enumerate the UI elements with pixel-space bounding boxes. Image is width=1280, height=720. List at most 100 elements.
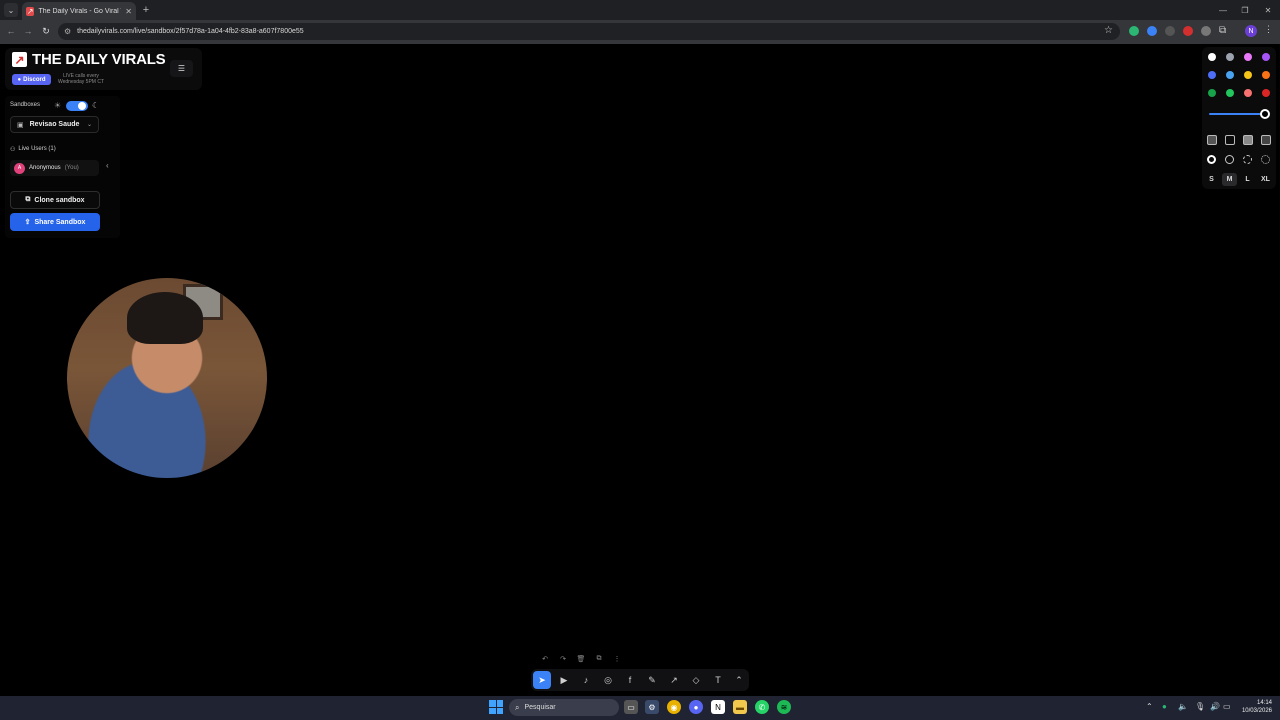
- search-icon: ⌕: [515, 702, 520, 712]
- color-swatch-9[interactable]: [1208, 89, 1216, 97]
- opacity-slider-handle[interactable]: [1260, 109, 1270, 119]
- pencil-tool-icon[interactable]: ✎: [643, 671, 661, 689]
- file-explorer-icon[interactable]: ▬: [733, 700, 747, 714]
- browser-tab[interactable]: ↗ The Daily Virals - Go Viral Today ✕: [22, 2, 136, 20]
- discord-button[interactable]: ● Discord: [12, 74, 51, 85]
- color-swatch-5[interactable]: [1208, 71, 1216, 79]
- forward-icon[interactable]: →: [21, 24, 35, 38]
- undo-icon[interactable]: ↶: [539, 653, 551, 665]
- bookmark-star-icon[interactable]: ☆: [1104, 25, 1113, 36]
- window-close-icon[interactable]: ✕: [1258, 2, 1278, 18]
- extension-red-icon[interactable]: [1183, 26, 1193, 36]
- more-icon[interactable]: ⋮: [611, 653, 623, 665]
- dash-dashed-option[interactable]: [1243, 155, 1252, 164]
- hamburger-menu-button[interactable]: ☰: [170, 60, 193, 77]
- color-swatch-3[interactable]: [1244, 53, 1252, 61]
- sandbox-select[interactable]: ▣ Revisao Saude ⌄: [10, 116, 99, 133]
- facebook-tool-icon[interactable]: f: [621, 671, 639, 689]
- color-swatch-6[interactable]: [1226, 71, 1234, 79]
- text-tool-icon[interactable]: T: [709, 671, 727, 689]
- arrow-tool-icon[interactable]: ↗: [665, 671, 683, 689]
- notion-app-icon[interactable]: N: [711, 700, 725, 714]
- windows-start-icon[interactable]: [489, 700, 503, 714]
- maximize-icon[interactable]: ❐: [1235, 2, 1255, 18]
- minimize-icon[interactable]: —: [1213, 2, 1233, 18]
- tab-title: The Daily Virals - Go Viral Today: [38, 7, 121, 15]
- tiktok-tool-icon[interactable]: ♪: [577, 671, 595, 689]
- fill-semi-option[interactable]: [1225, 135, 1235, 145]
- redo-icon[interactable]: ↷: [557, 653, 569, 665]
- dash-draw-option[interactable]: [1207, 155, 1216, 164]
- battery-icon[interactable]: ▭: [1223, 702, 1231, 711]
- discord-icon: ●: [17, 76, 22, 83]
- tab-close-icon[interactable]: ✕: [125, 7, 132, 16]
- clock-date: 10/03/2026: [1241, 708, 1272, 714]
- task-view-icon[interactable]: ▭: [624, 700, 638, 714]
- extension-green-icon[interactable]: [1129, 26, 1139, 36]
- color-swatch-11[interactable]: [1244, 89, 1252, 97]
- sandbox-icon: ▣: [17, 121, 24, 129]
- back-icon[interactable]: ←: [4, 24, 18, 38]
- new-tab-button[interactable]: +: [140, 3, 152, 17]
- color-swatch-2[interactable]: [1226, 53, 1234, 61]
- size-option-s[interactable]: S: [1204, 173, 1219, 186]
- eraser-tool-icon[interactable]: ◇: [687, 671, 705, 689]
- tray-chevron-up-icon[interactable]: ⌃: [1146, 702, 1153, 711]
- clone-sandbox-button[interactable]: ⧉ Clone sandbox: [10, 191, 100, 209]
- trash-icon[interactable]: 🗑: [575, 653, 587, 665]
- dash-dotted-option[interactable]: [1261, 155, 1270, 164]
- youtube-tool-icon[interactable]: ▶: [555, 671, 573, 689]
- chrome-app-icon[interactable]: ◉: [667, 700, 681, 714]
- url-bar[interactable]: ⚙ thedailyvirals.com/live/sandbox/2f57d7…: [58, 23, 1120, 40]
- dash-solid-option[interactable]: [1225, 155, 1234, 164]
- size-option-xl[interactable]: XL: [1258, 173, 1273, 186]
- site-info-icon[interactable]: ⚙: [64, 27, 71, 36]
- upload-icon: ⇪: [24, 219, 31, 226]
- instagram-tool-icon[interactable]: ◎: [599, 671, 617, 689]
- color-swatch-12[interactable]: [1262, 89, 1270, 97]
- sandboxes-label: Sandboxes: [10, 102, 41, 108]
- fill-solid-option[interactable]: [1243, 135, 1253, 145]
- duplicate-icon[interactable]: ⧉: [593, 653, 605, 665]
- microphone-icon[interactable]: 🎙: [1195, 702, 1205, 711]
- whatsapp-app-icon[interactable]: ✆: [755, 700, 769, 714]
- webcam-bubble[interactable]: [67, 278, 267, 478]
- settings-app-icon[interactable]: ⚙: [645, 700, 659, 714]
- extensions-puzzle-icon[interactable]: ⧉: [1219, 25, 1226, 36]
- size-option-m[interactable]: M: [1222, 173, 1237, 186]
- color-swatch-8[interactable]: [1262, 71, 1270, 79]
- volume-icon[interactable]: 🔈: [1178, 702, 1188, 711]
- color-swatch-10[interactable]: [1226, 89, 1234, 97]
- discord-app-icon[interactable]: ●: [689, 700, 703, 714]
- size-option-l[interactable]: L: [1240, 173, 1255, 186]
- browser-menu-icon[interactable]: ⋮: [1264, 24, 1273, 35]
- collapse-panel-icon[interactable]: ‹: [106, 161, 109, 170]
- theme-toggle-knob[interactable]: [78, 102, 86, 110]
- color-swatch-1[interactable]: [1208, 53, 1216, 61]
- spotify-app-icon[interactable]: ≋: [777, 700, 791, 714]
- user-you-suffix: (You): [64, 165, 79, 171]
- fill-none-option[interactable]: [1207, 135, 1217, 145]
- speaker-icon[interactable]: 🔊: [1210, 702, 1220, 711]
- color-swatch-4[interactable]: [1262, 53, 1270, 61]
- select-tool-icon[interactable]: ➤: [533, 671, 551, 689]
- fill-pattern-option[interactable]: [1261, 135, 1271, 145]
- chart-logo-icon: ↗: [12, 52, 27, 67]
- url-text[interactable]: thedailyvirals.com/live/sandbox/2f57d78a…: [77, 28, 304, 35]
- tray-app-icon[interactable]: ●: [1162, 702, 1167, 711]
- share-sandbox-label: Share Sandbox: [34, 218, 86, 226]
- tab-search-chevron-icon[interactable]: ⌄: [4, 3, 18, 17]
- extension-settings-icon[interactable]: [1201, 26, 1211, 36]
- profile-avatar[interactable]: N: [1245, 25, 1257, 37]
- reload-icon[interactable]: ↻: [39, 24, 53, 38]
- tab-favicon-icon: ↗: [26, 6, 35, 16]
- color-swatch-7[interactable]: [1244, 71, 1252, 79]
- extension-blue-icon[interactable]: [1147, 26, 1157, 36]
- extension-grey-icon[interactable]: [1165, 26, 1175, 36]
- chevron-up-icon[interactable]: ⌃: [730, 671, 748, 689]
- taskbar-clock[interactable]: 14:14 10/03/2026: [1236, 699, 1272, 715]
- taskbar-search[interactable]: ⌕ Pesquisar: [509, 699, 619, 716]
- opacity-slider-track[interactable]: [1209, 113, 1266, 115]
- share-sandbox-button[interactable]: ⇪ Share Sandbox: [10, 213, 100, 231]
- taskbar-search-placeholder: Pesquisar: [524, 704, 556, 711]
